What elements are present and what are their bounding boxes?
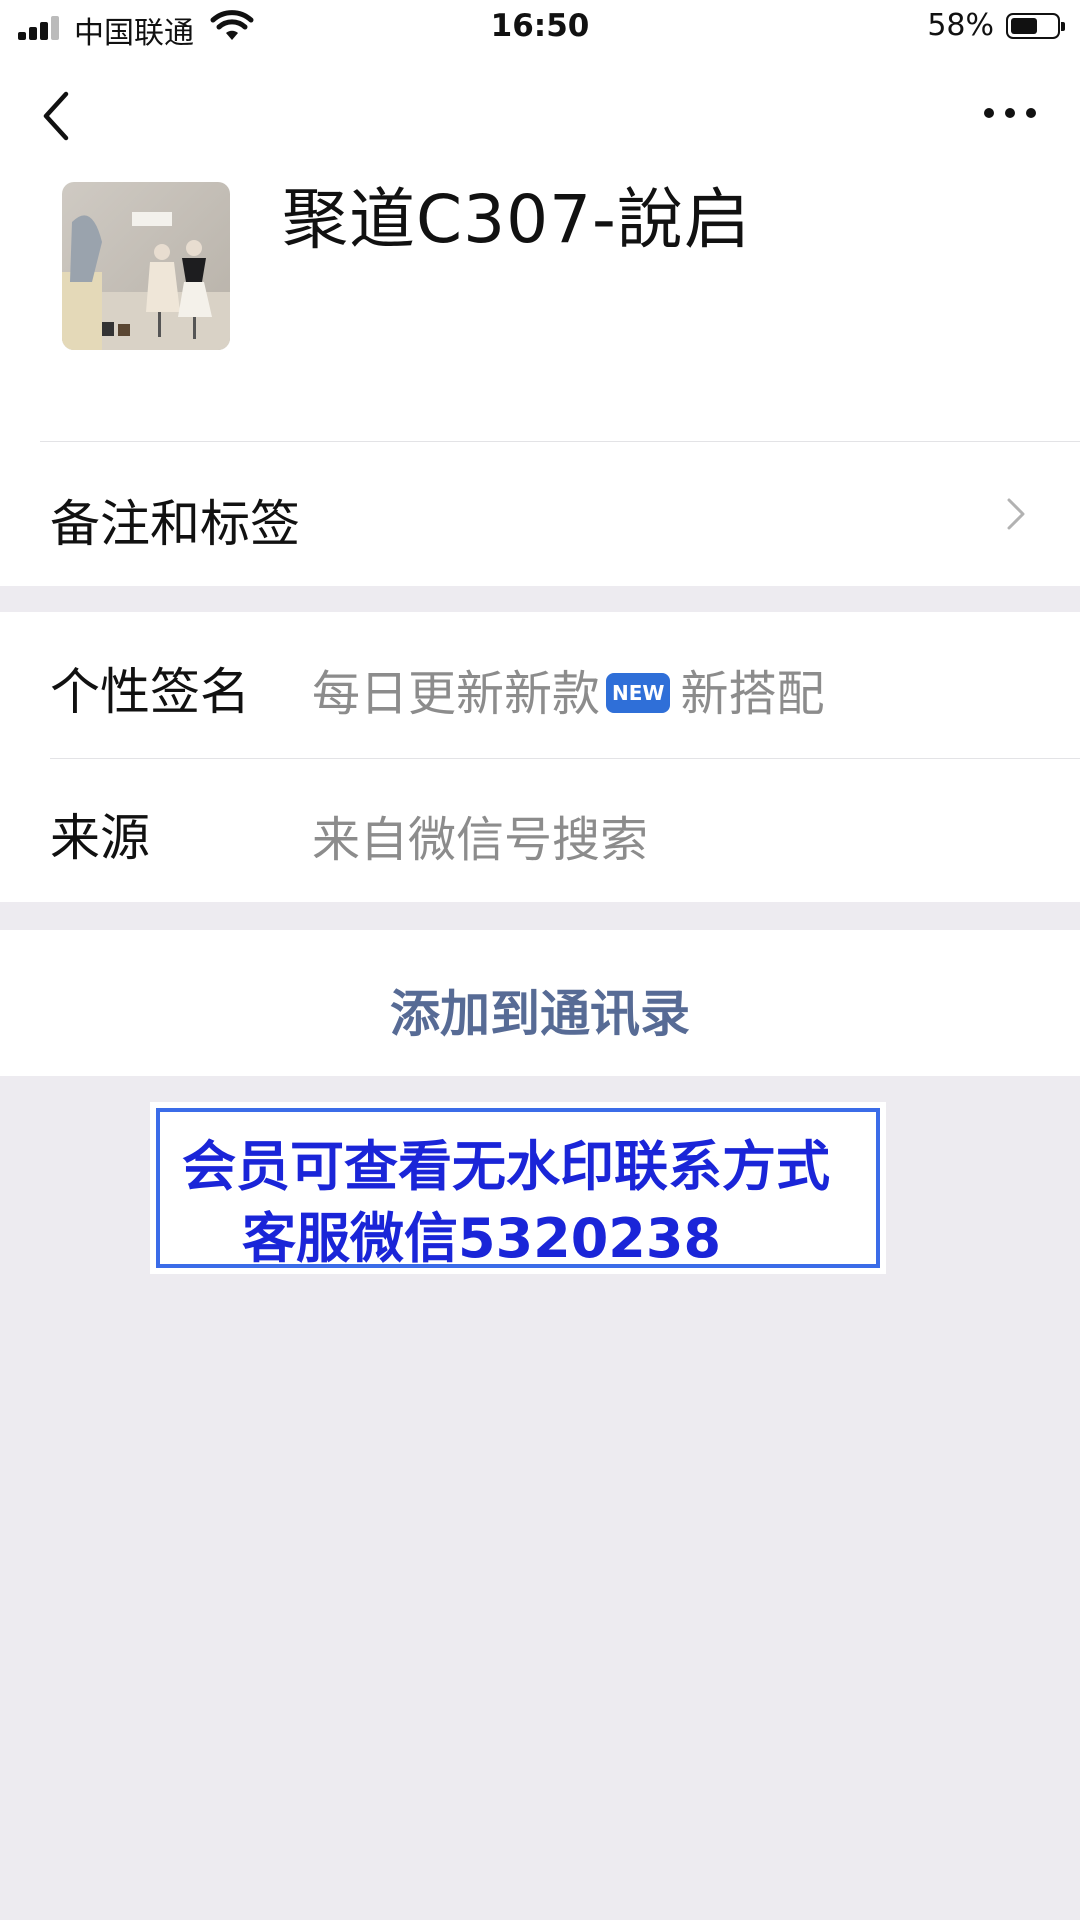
status-bar: 中国联通 16:50 58% bbox=[0, 0, 1080, 56]
more-options-icon[interactable] bbox=[980, 98, 1040, 128]
divider bbox=[50, 758, 1080, 759]
avatar-image bbox=[62, 182, 230, 350]
watermark-banner: 会员可查看无水印联系方式 客服微信5320238 bbox=[150, 1102, 886, 1274]
remarks-and-tags-row[interactable]: 备注和标签 bbox=[0, 442, 1080, 586]
chevron-right-icon bbox=[1007, 498, 1025, 530]
avatar[interactable] bbox=[62, 182, 230, 350]
watermark-line-1: 会员可查看无水印联系方式 bbox=[182, 1135, 830, 1198]
add-to-contacts-label: 添加到通讯录 bbox=[390, 985, 690, 1043]
signature-text-before: 每日更新新款 bbox=[312, 666, 601, 722]
signature-text-after: 新搭配 bbox=[680, 666, 825, 722]
source-value: 来自微信号搜索 bbox=[312, 812, 649, 868]
remarks-and-tags-label: 备注和标签 bbox=[50, 495, 300, 553]
contact-name: 聚道C307-說启 bbox=[282, 181, 751, 258]
source-label: 来源 bbox=[50, 809, 150, 867]
watermark-line-2: 客服微信5320238 bbox=[242, 1207, 722, 1270]
info-section: 个性签名 每日更新新款 NEW 新搭配 来源 来自微信号搜索 bbox=[0, 612, 1080, 902]
add-to-contacts-button[interactable]: 添加到通讯录 bbox=[0, 930, 1080, 1076]
battery-icon bbox=[1006, 13, 1065, 39]
back-arrow-icon[interactable] bbox=[34, 86, 78, 146]
battery-percentage: 58% bbox=[927, 8, 994, 43]
clock: 16:50 bbox=[490, 8, 590, 44]
signature-label: 个性签名 bbox=[50, 663, 250, 721]
new-badge-icon: NEW bbox=[606, 673, 671, 713]
signature-value: 每日更新新款 NEW 新搭配 bbox=[312, 654, 825, 724]
